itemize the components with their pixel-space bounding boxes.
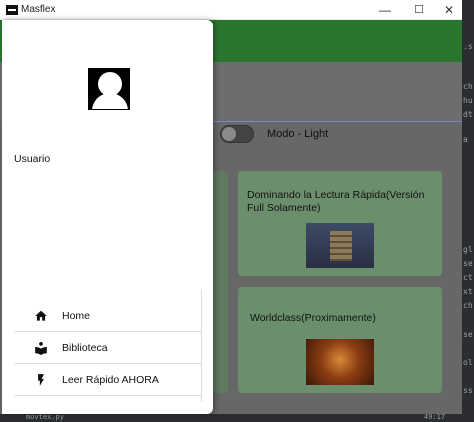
ide-fragment: se [463, 259, 473, 268]
menu-item-label: Home [62, 310, 91, 322]
ide-file-name: movtex.py [26, 413, 64, 421]
ide-fragment: ol [463, 358, 473, 367]
menu-item-label: Leer Rápido AHORA [62, 374, 159, 386]
menu-item-home[interactable]: Home [14, 300, 202, 332]
toolbar-divider [200, 121, 462, 122]
ide-cursor-position: 49:17 [424, 413, 446, 421]
books-image [306, 223, 374, 268]
ide-fragment: se [463, 330, 473, 339]
course-card-speed-reading[interactable]: Dominando la Lectura Rápida(Versión Full… [238, 171, 442, 276]
menu-item-label: Biblioteca [62, 342, 108, 354]
window-title: Masflex [21, 4, 56, 15]
theme-toggle-switch[interactable] [220, 125, 254, 143]
ide-fragment: ct [463, 273, 473, 282]
ide-fragment: gl [463, 245, 473, 254]
ide-status-bar: movtex.py 49:17 [0, 413, 474, 422]
ide-fragment: dt [463, 110, 473, 119]
menu-item-leer-rapido[interactable]: Leer Rápido AHORA [14, 364, 202, 396]
ide-fragment: .s [463, 42, 473, 51]
app-icon [6, 5, 18, 15]
menu-item-biblioteca[interactable]: Biblioteca [14, 332, 202, 364]
ide-fragment: ss [463, 386, 473, 395]
ide-fragment: xt [463, 287, 473, 296]
navigation-drawer: Usuario Home Biblioteca Leer Rápido AHOR… [2, 20, 213, 414]
ide-fragment: hu [463, 96, 473, 105]
user-avatar-icon [88, 68, 130, 110]
card-title: Worldclass(Proximamente) [250, 312, 376, 324]
drawer-scrollbar[interactable] [201, 290, 202, 402]
hall-image [306, 339, 374, 385]
theme-mode-label: Modo - Light [267, 128, 329, 140]
ide-background-strip: .s ch hu dt a gl se ct xt ch se ol ss [462, 0, 474, 422]
maximize-button[interactable]: ☐ [402, 0, 436, 20]
close-button[interactable]: ✕ [432, 0, 466, 20]
ide-fragment: ch [463, 82, 473, 91]
flash-icon [38, 374, 44, 386]
ide-fragment: ch [463, 301, 473, 310]
drawer-menu: Home Biblioteca Leer Rápido AHORA [14, 300, 202, 396]
user-label: Usuario [14, 153, 51, 165]
window-titlebar: Masflex — ☐ ✕ [0, 0, 462, 20]
home-icon [35, 310, 47, 321]
ide-fragment: a [463, 135, 468, 144]
book-reader-icon [35, 342, 47, 355]
course-card-worldclass[interactable]: Worldclass(Proximamente) [238, 287, 442, 393]
card-title: Dominando la Lectura Rápida(Versión Full… [247, 189, 425, 214]
minimize-button[interactable]: — [368, 0, 402, 20]
toggle-knob [222, 127, 236, 141]
